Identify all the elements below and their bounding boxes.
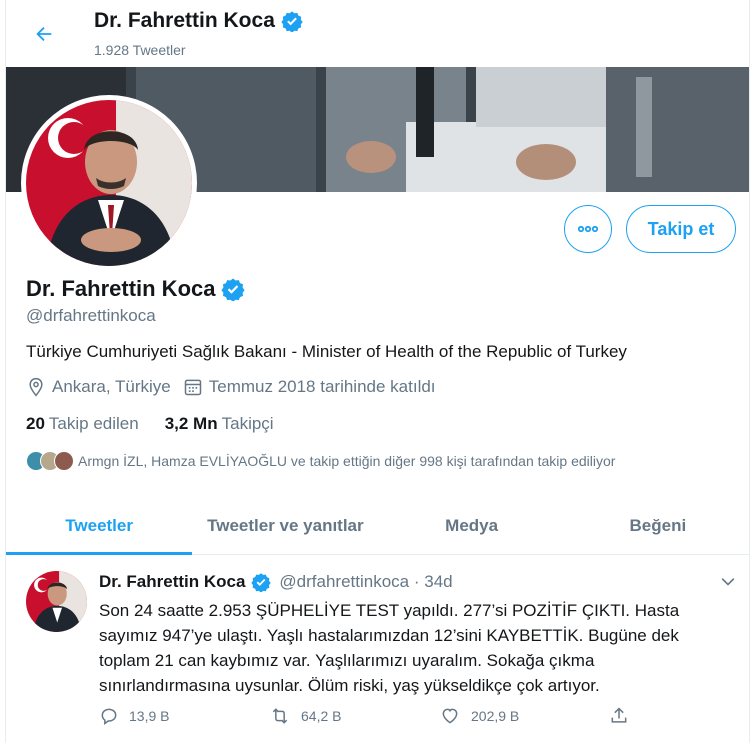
- tab-tweets[interactable]: Tweetler: [6, 497, 193, 555]
- like-count: 202,9 B: [471, 708, 520, 724]
- location-icon: [29, 377, 43, 397]
- follow-button[interactable]: Takip et: [626, 205, 736, 253]
- calendar-icon: [184, 379, 201, 396]
- share-button[interactable]: [609, 706, 639, 726]
- like-button[interactable]: 202,9 B: [439, 706, 609, 726]
- retweet-button[interactable]: 64,2 B: [269, 706, 439, 726]
- followed-by-text: Armgn İZL, Hamza EVLİYAOĞLU ve takip ett…: [78, 453, 616, 469]
- profile-page: Dr. Fahrettin Koca 1.928 Tweetler Takip …: [5, 0, 750, 743]
- profile-stats: 20 Takip edilen 3,2 Mn Takipçi: [26, 414, 300, 434]
- tab-likes[interactable]: Beğeni: [565, 497, 749, 554]
- tweet-author-name[interactable]: Dr. Fahrettin Koca: [99, 572, 245, 592]
- avatar-image: [26, 571, 87, 632]
- profile-bio: Türkiye Cumhuriyeti Sağlık Bakanı - Mini…: [26, 342, 627, 361]
- profile-meta: Ankara, Türkiye Temmuz 2018 tarihinde ka…: [26, 377, 448, 397]
- tweet-menu-button[interactable]: [718, 572, 738, 597]
- header-name: Dr. Fahrettin Koca: [94, 9, 275, 32]
- chevron-down-icon: [721, 578, 735, 586]
- retweet-icon: [272, 708, 288, 724]
- profile-tabs: Tweetler Tweetler ve yanıtlar Medya Beğe…: [6, 497, 749, 555]
- profile-handle: @drfahrettinkoca: [26, 306, 156, 325]
- tweet-text: Son 24 saatte 2.953 ŞÜPHELİYE TEST yapıl…: [99, 601, 680, 695]
- tweet-actions: 13,9 B 64,2 B 202,9 B: [99, 706, 639, 726]
- tab-tweets-and-replies[interactable]: Tweetler ve yanıtlar: [192, 497, 378, 554]
- more-options-button[interactable]: [564, 205, 612, 253]
- like-icon: [442, 708, 458, 724]
- profile-avatar[interactable]: [21, 95, 197, 271]
- header-title: Dr. Fahrettin Koca: [94, 9, 303, 33]
- following-link[interactable]: 20 Takip edilen: [26, 414, 139, 434]
- mini-avatars: [26, 451, 74, 471]
- verified-badge-icon: [221, 277, 246, 301]
- following-count: 20: [26, 414, 45, 433]
- reply-icon: [101, 708, 117, 725]
- profile-joined: Temmuz 2018 tarihinde katıldı: [208, 377, 436, 396]
- back-button[interactable]: [27, 17, 61, 51]
- profile-name-text: Dr. Fahrettin Koca: [26, 276, 216, 301]
- top-bar: Dr. Fahrettin Koca 1.928 Tweetler: [6, 0, 749, 67]
- tweet-header: Dr. Fahrettin Koca @drfahrettinkoca · 34…: [99, 572, 453, 592]
- tweet-count: 1.928 Tweetler: [94, 42, 186, 58]
- tweet-avatar[interactable]: [26, 571, 87, 632]
- followers-link[interactable]: 3,2 Mn Takipçi: [165, 414, 274, 434]
- verified-badge-icon: [281, 10, 303, 32]
- share-icon: [611, 707, 627, 723]
- profile-location: Ankara, Türkiye: [52, 377, 171, 396]
- following-label: Takip edilen: [48, 414, 139, 433]
- avatar: [54, 451, 74, 471]
- profile-name: Dr. Fahrettin Koca: [26, 276, 246, 302]
- followers-label: Takipçi: [221, 414, 274, 433]
- more-icon: [577, 225, 599, 233]
- reply-count: 13,9 B: [129, 708, 170, 724]
- reply-button[interactable]: 13,9 B: [99, 706, 269, 726]
- tab-media[interactable]: Medya: [379, 497, 565, 554]
- tweet[interactable]: Dr. Fahrettin Koca @drfahrettinkoca · 34…: [6, 556, 749, 743]
- followers-count: 3,2 Mn: [164, 414, 218, 433]
- followers-you-know[interactable]: Armgn İZL, Hamza EVLİYAOĞLU ve takip ett…: [26, 451, 615, 471]
- tweet-handle-time[interactable]: @drfahrettinkoca · 34d: [279, 572, 452, 592]
- avatar-image: [26, 100, 192, 266]
- verified-badge-icon: [251, 572, 272, 592]
- retweet-count: 64,2 B: [301, 708, 342, 724]
- back-arrow-icon: [36, 26, 52, 42]
